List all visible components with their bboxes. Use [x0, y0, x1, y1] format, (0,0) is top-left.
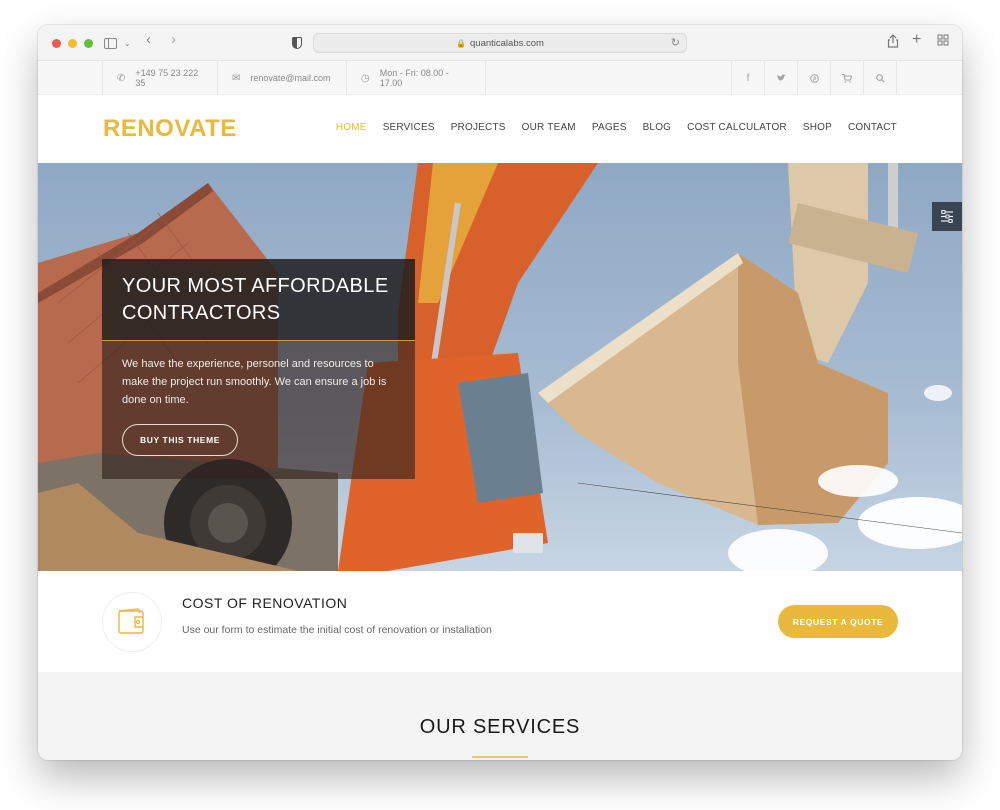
tab-overview-icon[interactable]	[937, 34, 949, 50]
share-icon[interactable]	[887, 34, 899, 52]
nav-blog[interactable]: BLOG	[643, 122, 672, 133]
opening-hours: Mon - Fri: 08.00 - 17.00	[379, 68, 449, 88]
wallet-icon	[118, 608, 144, 634]
nav-shop[interactable]: SHOP	[803, 122, 832, 133]
cart-icon[interactable]	[830, 61, 863, 95]
hero-slider: YOUR MOST AFFORDABLE CONTRACTORS We have…	[38, 163, 962, 571]
sidebar-icon[interactable]	[104, 38, 117, 49]
cost-description: Use our form to estimate the initial cos…	[182, 624, 492, 636]
hours-info: ◷ Mon - Fri: 08.00 - 17.00	[346, 61, 486, 95]
hero-title-line-2: CONTRACTORS	[122, 302, 281, 324]
window-controls	[52, 39, 93, 48]
hero-title-line-1: YOUR MOST AFFORDABLE	[122, 275, 389, 297]
nav-services[interactable]: SERVICES	[383, 122, 435, 133]
cost-of-renovation-section: COST OF RENOVATION Use our form to estim…	[38, 571, 962, 672]
new-tab-icon[interactable]: +	[912, 32, 921, 48]
top-info-bar: ✆ +149 75 23 222 35 ✉ renovate@mail.com …	[38, 61, 962, 95]
hero-title: YOUR MOST AFFORDABLE CONTRACTORS	[122, 273, 395, 327]
nav-pages[interactable]: PAGES	[592, 122, 627, 133]
pinterest-icon[interactable]	[797, 61, 830, 95]
zoom-window-button[interactable]	[84, 39, 93, 48]
main-nav: HOME SERVICES PROJECTS OUR TEAM PAGES BL…	[336, 122, 897, 133]
sliders-icon	[941, 210, 953, 223]
envelope-icon: ✉	[232, 72, 241, 84]
hero-body-box: We have the experience, personel and res…	[102, 341, 415, 479]
close-window-button[interactable]	[52, 39, 61, 48]
hero-title-box: YOUR MOST AFFORDABLE CONTRACTORS	[102, 259, 415, 341]
request-quote-button[interactable]: REQUEST A QUOTE	[778, 605, 898, 638]
wallet-icon-circle	[102, 592, 162, 652]
facebook-icon[interactable]: f	[731, 61, 764, 95]
hero-description: We have the experience, personel and res…	[122, 358, 387, 406]
url-text: quanticalabs.com	[470, 37, 544, 49]
site-logo[interactable]: RENOVATE	[103, 115, 237, 143]
lock-icon: 🔒	[456, 38, 467, 48]
browser-window: ⌄ ‹ › 🔒 quanticalabs.com ↻ + ✆ +149 75 2…	[38, 25, 962, 760]
address-bar[interactable]: 🔒 quanticalabs.com ↻	[313, 33, 687, 53]
forward-icon[interactable]: ›	[171, 32, 176, 48]
shield-icon[interactable]	[292, 37, 302, 49]
settings-panel-toggle[interactable]	[932, 202, 962, 231]
services-title: OUR SERVICES	[419, 716, 581, 738]
minimize-window-button[interactable]	[68, 39, 77, 48]
nav-contact[interactable]: CONTACT	[848, 122, 897, 133]
search-icon[interactable]	[863, 61, 897, 95]
title-underline	[472, 756, 528, 758]
phone-number: +149 75 23 222 35	[135, 68, 199, 88]
nav-our-team[interactable]: OUR TEAM	[522, 122, 576, 133]
phone-icon: ✆	[117, 72, 126, 84]
nav-home[interactable]: HOME	[336, 122, 367, 133]
hero-caption: YOUR MOST AFFORDABLE CONTRACTORS We have…	[102, 259, 415, 479]
back-icon[interactable]: ‹	[146, 32, 151, 48]
clock-icon: ◷	[361, 72, 370, 84]
phone-info: ✆ +149 75 23 222 35	[102, 61, 217, 95]
site-header: RENOVATE HOME SERVICES PROJECTS OUR TEAM…	[38, 95, 962, 163]
twitter-icon[interactable]	[764, 61, 797, 95]
our-services-section: OUR SERVICES	[38, 672, 962, 760]
cost-title: COST OF RENOVATION	[182, 595, 348, 611]
reload-icon[interactable]: ↻	[671, 36, 680, 49]
nav-cost-calculator[interactable]: COST CALCULATOR	[687, 122, 787, 133]
chevron-down-icon[interactable]: ⌄	[124, 36, 131, 52]
buy-theme-button[interactable]: BUY THIS THEME	[122, 424, 239, 456]
email-info: ✉ renovate@mail.com	[217, 61, 346, 95]
nav-projects[interactable]: PROJECTS	[451, 122, 506, 133]
email-link[interactable]: renovate@mail.com	[250, 73, 330, 83]
browser-toolbar: ⌄ ‹ › 🔒 quanticalabs.com ↻ +	[38, 25, 962, 61]
